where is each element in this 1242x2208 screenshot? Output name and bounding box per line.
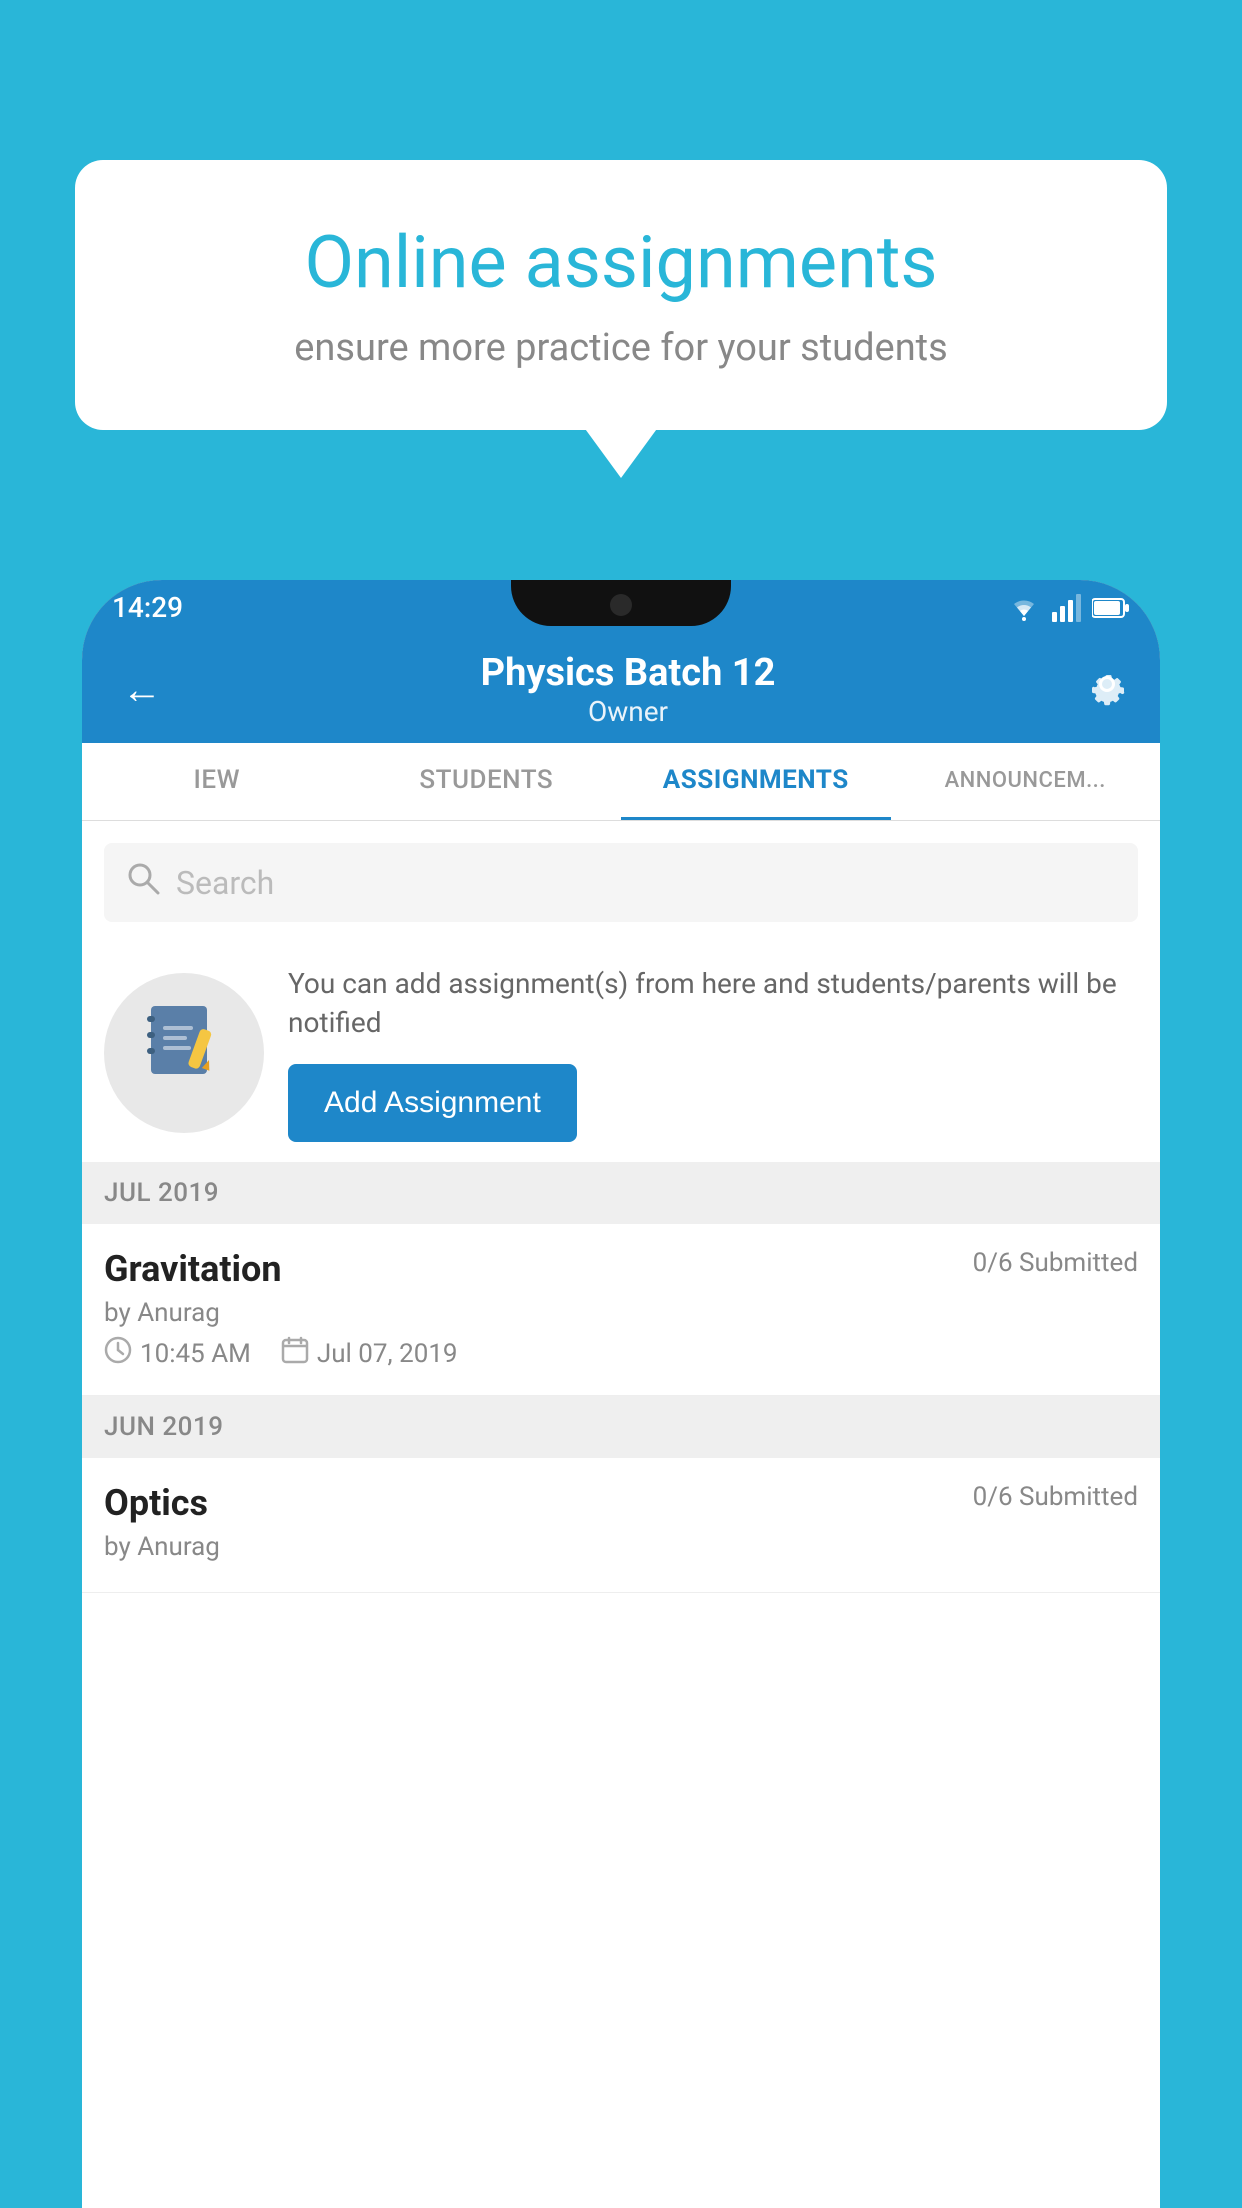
info-text-area: You can add assignment(s) from here and … xyxy=(288,964,1138,1142)
date-detail: Jul 07, 2019 xyxy=(281,1336,458,1371)
app-bar-subtitle: Owner xyxy=(481,695,776,728)
speech-bubble: Online assignments ensure more practice … xyxy=(75,160,1167,430)
tab-students[interactable]: STUDENTS xyxy=(352,743,622,820)
assignment-icon-circle xyxy=(104,973,264,1133)
assignment-by-optics: by Anurag xyxy=(104,1532,1138,1562)
assignment-name: Gravitation xyxy=(104,1248,282,1290)
app-bar-center: Physics Batch 12 Owner xyxy=(481,651,776,728)
tab-announcements[interactable]: ANNOUNCEM... xyxy=(891,743,1161,820)
content-area: Search xyxy=(82,821,1160,2208)
add-assignment-button[interactable]: Add Assignment xyxy=(288,1064,577,1142)
back-button[interactable]: ← xyxy=(112,656,172,723)
gear-icon xyxy=(1084,661,1130,707)
assignment-submitted-optics: 0/6 Submitted xyxy=(973,1482,1138,1512)
front-camera xyxy=(610,594,632,616)
settings-button[interactable] xyxy=(1084,661,1130,717)
info-description: You can add assignment(s) from here and … xyxy=(288,964,1138,1042)
phone-frame: 14:29 xyxy=(82,580,1160,2208)
notch xyxy=(511,580,731,626)
search-icon xyxy=(126,861,160,904)
bubble-subtitle: ensure more practice for your students xyxy=(135,326,1107,370)
battery-icon xyxy=(1092,597,1130,619)
phone-screen: 14:29 xyxy=(82,580,1160,2208)
assignment-top: Gravitation 0/6 Submitted xyxy=(104,1248,1138,1290)
info-card: You can add assignment(s) from here and … xyxy=(104,944,1138,1162)
assignment-detail: 10:45 AM Jul 07, 2019 xyxy=(104,1336,1138,1371)
assignment-top-optics: Optics 0/6 Submitted xyxy=(104,1482,1138,1524)
notebook-icon xyxy=(139,998,229,1108)
clock-icon xyxy=(104,1336,132,1371)
tab-bar: IEW STUDENTS ASSIGNMENTS ANNOUNCEM... xyxy=(82,743,1160,821)
search-bar[interactable]: Search xyxy=(104,843,1138,922)
status-icons xyxy=(1006,594,1130,622)
section-header-jul: JUL 2019 xyxy=(82,1162,1160,1224)
signal-icon xyxy=(1052,594,1082,622)
list-item[interactable]: Gravitation 0/6 Submitted by Anurag xyxy=(82,1224,1160,1396)
search-placeholder: Search xyxy=(176,864,274,902)
list-item[interactable]: Optics 0/6 Submitted by Anurag xyxy=(82,1458,1160,1593)
assignment-name-optics: Optics xyxy=(104,1482,208,1524)
app-bar: ← Physics Batch 12 Owner xyxy=(82,635,1160,743)
tab-assignments[interactable]: ASSIGNMENTS xyxy=(621,743,891,820)
tab-iew[interactable]: IEW xyxy=(82,743,352,820)
assignment-by: by Anurag xyxy=(104,1298,1138,1328)
app-bar-title: Physics Batch 12 xyxy=(481,651,776,695)
calendar-icon xyxy=(281,1336,309,1371)
time-detail: 10:45 AM xyxy=(104,1336,251,1371)
section-header-jun: JUN 2019 xyxy=(82,1396,1160,1458)
assignment-time: 10:45 AM xyxy=(140,1339,251,1369)
wifi-icon xyxy=(1006,594,1042,622)
status-time: 14:29 xyxy=(112,591,183,624)
assignment-date: Jul 07, 2019 xyxy=(317,1339,458,1369)
bubble-title: Online assignments xyxy=(135,220,1107,306)
assignment-submitted: 0/6 Submitted xyxy=(973,1248,1138,1278)
